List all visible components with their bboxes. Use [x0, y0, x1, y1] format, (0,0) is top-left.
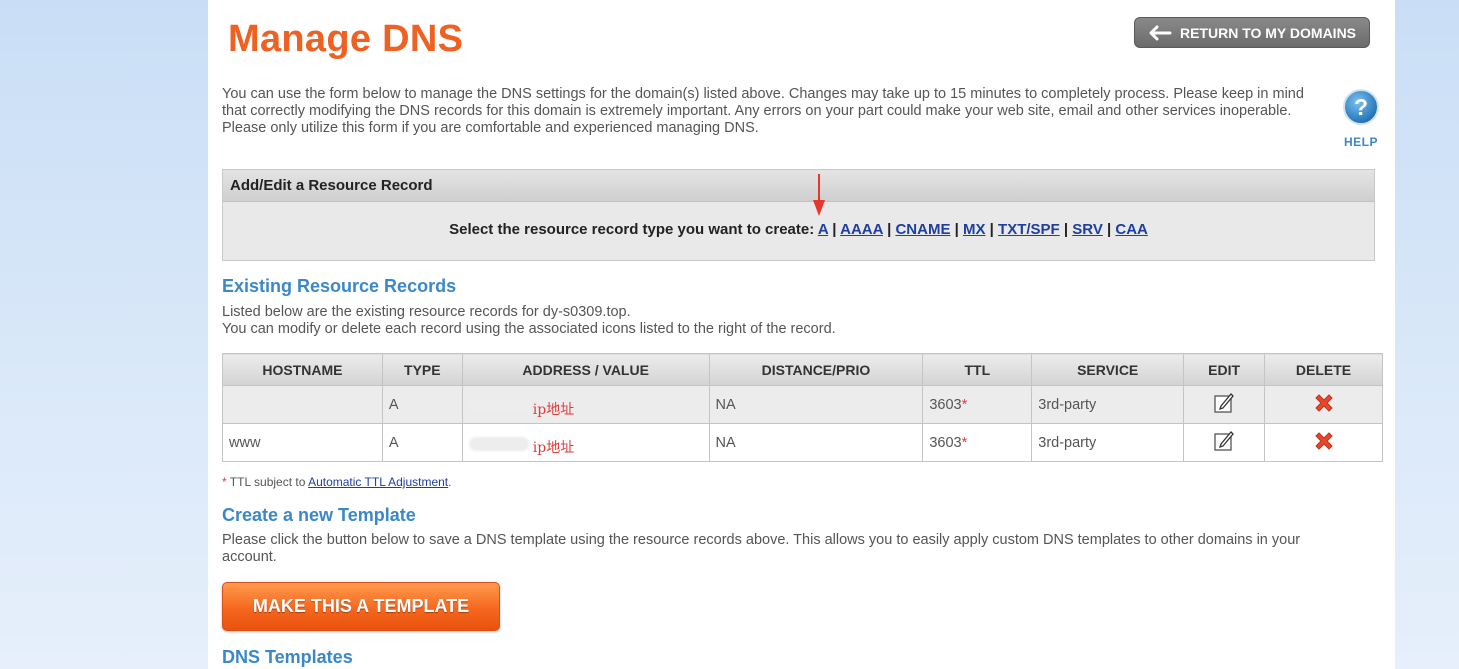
records-table: HOSTNAME TYPE ADDRESS / VALUE DISTANCE/P…	[222, 353, 1383, 462]
record-type-link-aaaa[interactable]: AAAA	[840, 221, 883, 238]
ttl-value: 3603	[929, 396, 962, 413]
record-type-selector: Select the resource record type you want…	[449, 221, 1148, 238]
record-type-link-mx[interactable]: MX	[963, 221, 986, 238]
table-row: www A ip地址 NA 3603* 3rd-party	[222, 423, 1383, 462]
return-button-label: RETURN TO MY DOMAINS	[1179, 24, 1357, 41]
cell-distance: NA	[708, 385, 924, 424]
record-type-link-srv[interactable]: SRV	[1072, 221, 1103, 238]
record-type-link-cname[interactable]: CNAME	[895, 221, 950, 238]
column-header-edit: EDIT	[1183, 353, 1266, 386]
red-x-icon[interactable]	[1311, 428, 1337, 454]
make-template-button[interactable]: MAKE THIS A TEMPLATE	[222, 582, 500, 631]
cell-ttl: 3603*	[922, 423, 1033, 462]
intro-text: You can use the form below to manage the…	[222, 86, 1304, 136]
create-template-title: Create a new Template	[222, 505, 416, 525]
column-header-address: ADDRESS / VALUE	[461, 353, 710, 386]
column-header-service: SERVICE	[1031, 353, 1185, 386]
svg-text:?: ?	[1354, 94, 1368, 120]
column-header-distance: DISTANCE/PRIO	[708, 353, 924, 386]
existing-records-line2: You can modify or delete each record usi…	[222, 321, 836, 337]
cell-ttl: 3603*	[922, 385, 1033, 424]
return-to-my-domains-button[interactable]: RETURN TO MY DOMAINS	[1134, 17, 1370, 48]
column-header-delete: DELETE	[1264, 353, 1383, 386]
help-link[interactable]: ? HELP	[1340, 88, 1382, 149]
ttl-asterisk: *	[961, 434, 968, 451]
dns-templates-title: DNS Templates	[222, 647, 353, 667]
column-header-hostname: HOSTNAME	[222, 353, 383, 386]
red-x-icon[interactable]	[1311, 390, 1337, 416]
existing-records-line1: Listed below are the existing resource r…	[222, 304, 631, 320]
add-record-box: Add/Edit a Resource Record Select the re…	[222, 169, 1375, 261]
pencil-note-icon[interactable]	[1212, 429, 1236, 453]
redacted-ip	[468, 398, 529, 413]
help-label: HELP	[1343, 135, 1378, 149]
ip-annotation: ip地址	[532, 439, 575, 456]
record-type-link-a[interactable]: A	[818, 221, 828, 238]
ttl-footnote: * TTL subject to Automatic TTL Adjustmen…	[222, 475, 451, 489]
ttl-asterisk: *	[961, 396, 968, 413]
cell-edit	[1183, 423, 1266, 462]
cell-address: ip地址	[461, 385, 710, 424]
record-type-link-txt-spf[interactable]: TXT/SPF	[998, 221, 1060, 238]
ip-annotation: ip地址	[532, 401, 575, 418]
redacted-ip	[468, 436, 529, 451]
cell-type: A	[381, 385, 463, 424]
add-record-header: Add/Edit a Resource Record	[223, 170, 1374, 202]
pencil-note-icon[interactable]	[1212, 391, 1236, 415]
cell-address: ip地址	[461, 423, 710, 462]
record-type-prompt: Select the resource record type you want…	[449, 221, 815, 238]
ttl-footnote-period: .	[448, 475, 452, 489]
cell-distance: NA	[708, 423, 924, 462]
cell-hostname: www	[222, 423, 383, 462]
cell-edit	[1183, 385, 1266, 424]
table-header-row: HOSTNAME TYPE ADDRESS / VALUE DISTANCE/P…	[222, 353, 1383, 386]
cell-type: A	[381, 423, 463, 462]
automatic-ttl-link[interactable]: Automatic TTL Adjustment	[308, 475, 448, 489]
main-panel: Manage DNS RETURN TO MY DOMAINS You can …	[208, 0, 1395, 669]
question-mark-icon: ?	[1343, 89, 1379, 125]
cell-hostname	[222, 385, 383, 424]
annotation-arrow-icon	[813, 174, 825, 216]
cell-delete	[1264, 385, 1383, 424]
create-template-description: Please click the button below to save a …	[222, 532, 1301, 565]
ttl-value: 3603	[929, 434, 962, 451]
ttl-footnote-text: TTL subject to	[229, 475, 306, 489]
page-title: Manage DNS	[228, 18, 464, 60]
cell-service: 3rd-party	[1031, 423, 1185, 462]
record-type-link-caa[interactable]: CAA	[1115, 221, 1148, 238]
column-header-type: TYPE	[381, 353, 463, 386]
ttl-footnote-asterisk: *	[222, 475, 227, 489]
cell-delete	[1264, 423, 1383, 462]
table-row: A ip地址 NA 3603* 3rd-party	[222, 385, 1383, 424]
existing-records-title: Existing Resource Records	[222, 276, 457, 296]
column-header-ttl: TTL	[922, 353, 1033, 386]
cell-service: 3rd-party	[1031, 385, 1185, 424]
arrow-left-icon	[1149, 25, 1172, 40]
